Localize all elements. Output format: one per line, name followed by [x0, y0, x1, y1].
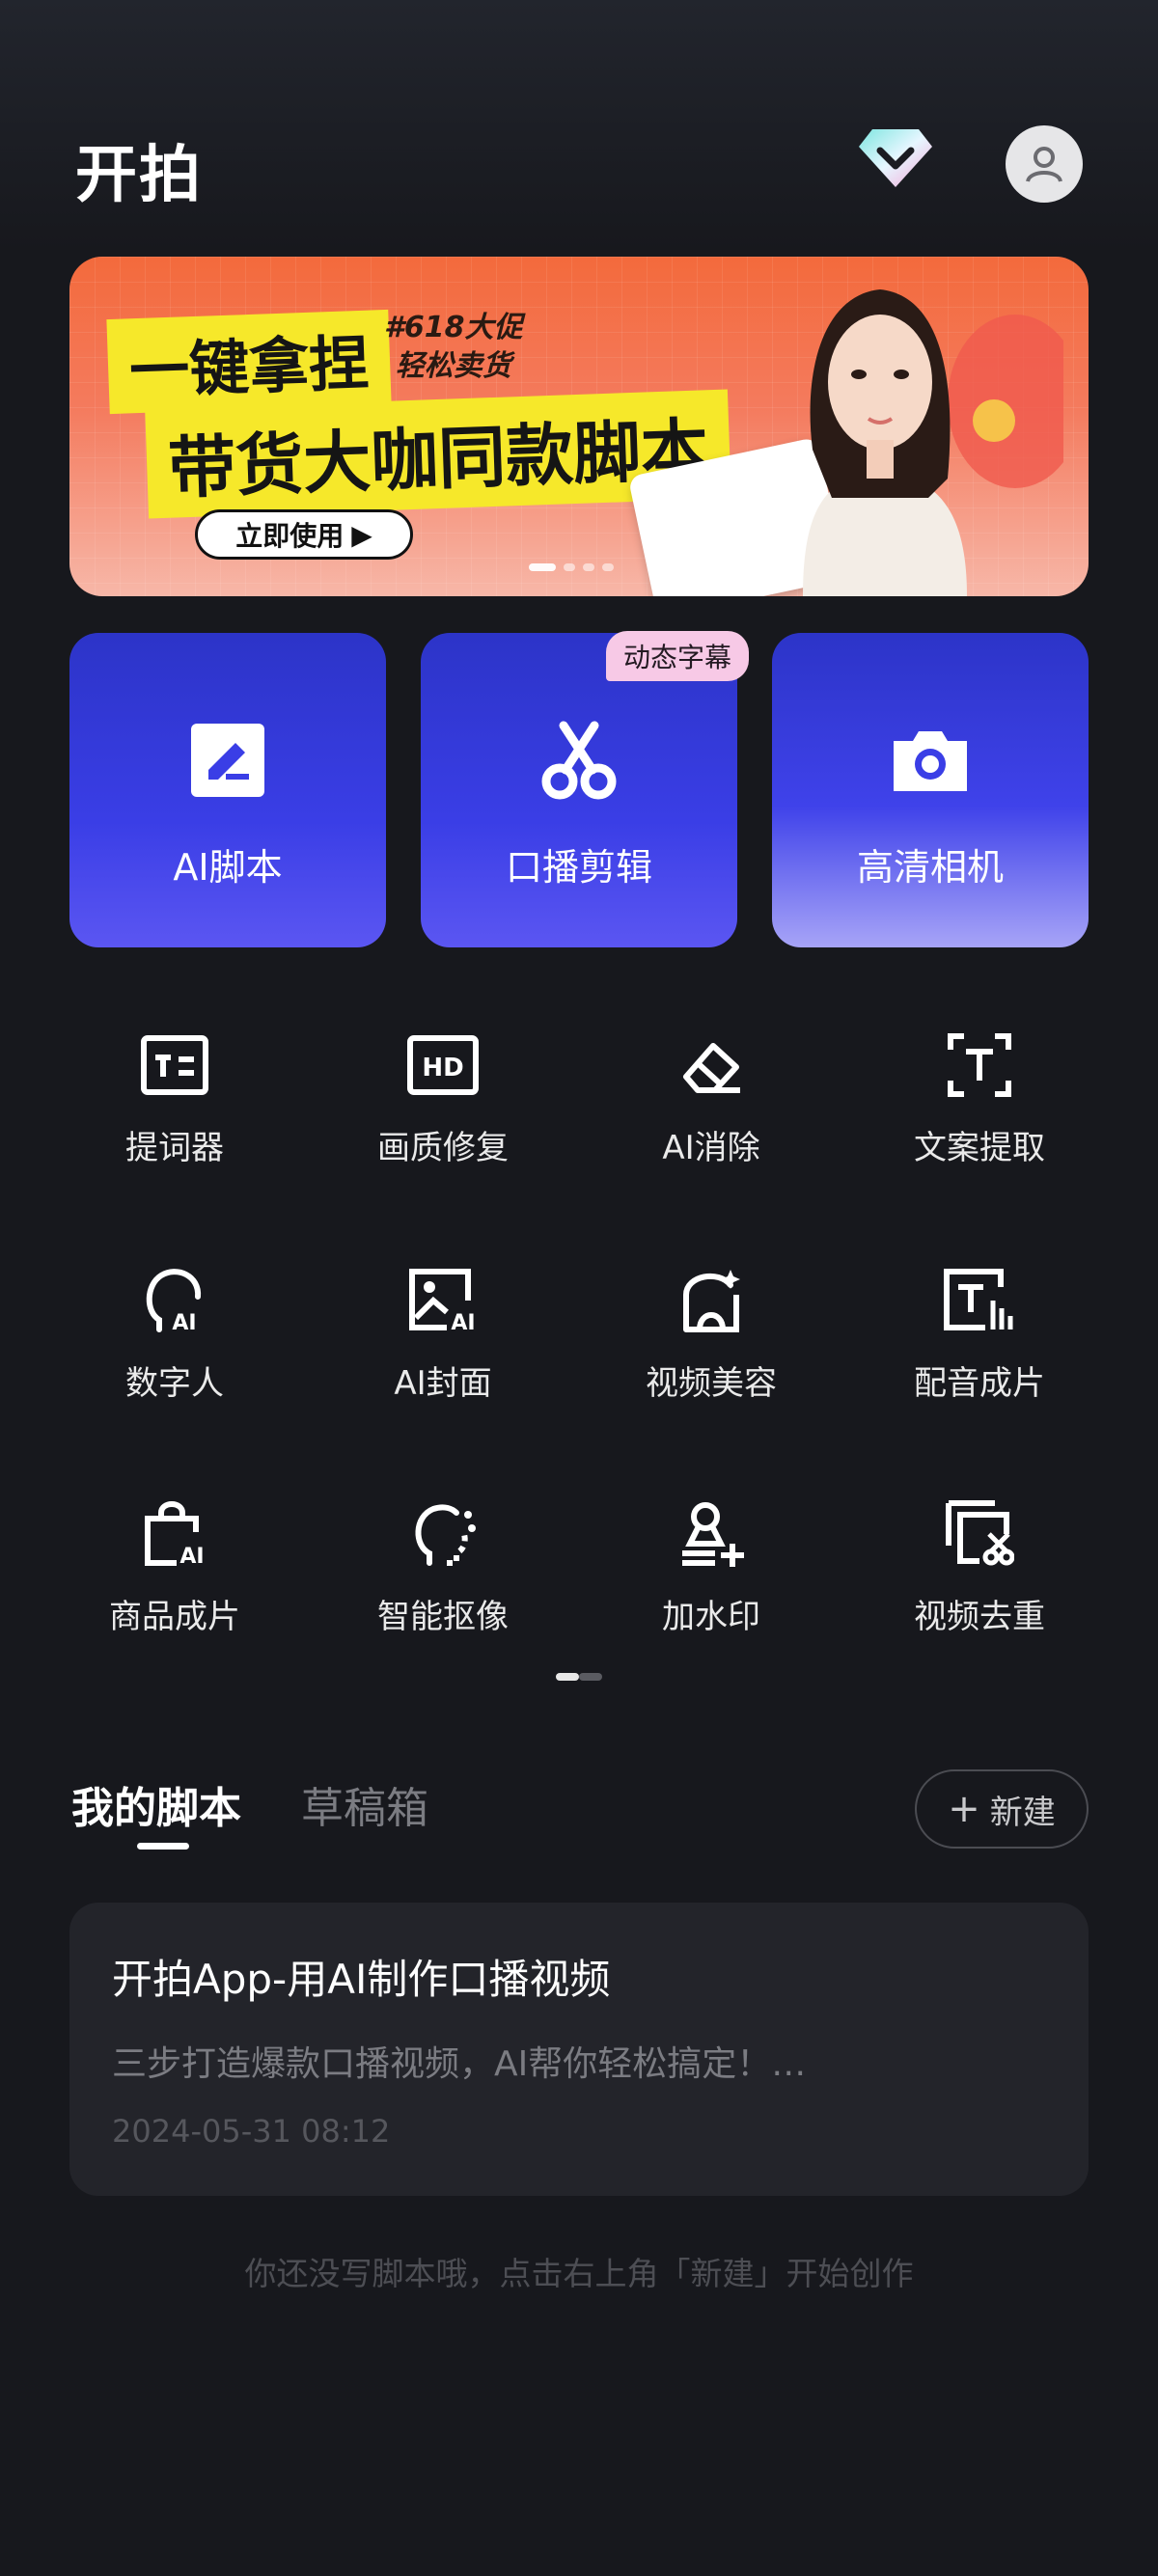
app-title: 开拍	[75, 140, 203, 211]
feature-card-ai-script[interactable]: AI脚本	[69, 633, 386, 947]
feature-badge: 动态字幕	[605, 631, 749, 681]
tool-label: 加水印	[662, 1598, 760, 1636]
banner-tag-line1: #618大促	[384, 311, 523, 344]
banner-headline-1: 一键拿捏	[106, 309, 392, 415]
script-timestamp: 2024-05-31 08:12	[112, 2113, 391, 2150]
ai-cover-icon: AI	[406, 1264, 480, 1337]
play-triangle-icon: ▶	[351, 518, 372, 551]
svg-text:AI: AI	[172, 1311, 196, 1335]
tool-label: AI封面	[394, 1364, 492, 1403]
text-extract-icon	[943, 1028, 1016, 1102]
watermark-icon	[675, 1497, 748, 1571]
tool-label: 画质修复	[377, 1129, 509, 1167]
tool-voiceover[interactable]: 配音成片	[845, 1264, 1114, 1418]
script-tabs: 我的脚本 草稿箱	[71, 1773, 428, 1850]
plus-icon: +	[948, 1787, 980, 1831]
teleprompter-icon	[138, 1028, 211, 1102]
tool-dedupe[interactable]: 视频去重	[845, 1497, 1114, 1652]
banner-cta-label: 立即使用	[235, 520, 345, 552]
tool-smart-matting[interactable]: 智能抠像	[309, 1497, 577, 1652]
tool-video-beauty[interactable]: 视频美容	[577, 1264, 845, 1418]
tool-text-extract[interactable]: 文案提取	[845, 1028, 1114, 1183]
svg-text:HD: HD	[422, 1054, 463, 1082]
tool-label: 智能抠像	[377, 1598, 509, 1636]
voiceover-icon	[943, 1264, 1016, 1337]
tool-teleprompter[interactable]: 提词器	[41, 1028, 309, 1183]
page-dot	[579, 1673, 602, 1681]
banner-dot	[564, 563, 575, 571]
tool-watermark[interactable]: 加水印	[577, 1497, 845, 1652]
empty-hint: 你还没写脚本哦，点击右上角「新建」开始创作	[244, 2255, 914, 2292]
feature-label: AI脚本	[173, 846, 283, 889]
tool-product-video[interactable]: AI 商品成片	[41, 1497, 309, 1652]
tab-drafts[interactable]: 草稿箱	[301, 1773, 428, 1835]
tool-label: 提词器	[125, 1129, 224, 1167]
tool-label: 商品成片	[109, 1598, 240, 1636]
hd-icon: HD	[406, 1028, 480, 1102]
banner-cta-button[interactable]: 立即使用 ▶	[195, 509, 413, 560]
new-script-button[interactable]: + 新建	[915, 1769, 1089, 1849]
banner-model-image	[803, 289, 1063, 596]
tool-label: 视频去重	[914, 1598, 1045, 1636]
tool-label: 数字人	[125, 1364, 224, 1403]
tool-label: 配音成片	[914, 1364, 1045, 1403]
feature-label: 高清相机	[856, 846, 1004, 889]
banner-dot	[602, 563, 614, 571]
edit-icon	[187, 720, 268, 801]
tool-ai-cover[interactable]: AI AI封面	[309, 1264, 577, 1418]
feature-card-video-edit[interactable]: 动态字幕 口播剪辑	[421, 631, 749, 947]
dedupe-icon	[943, 1497, 1016, 1571]
page-dot	[556, 1673, 579, 1681]
script-description: 三步打造爆款口播视频，AI帮你轻松搞定！…	[112, 2044, 807, 2084]
svg-text:AI: AI	[179, 1545, 204, 1569]
vip-diamond-icon[interactable]	[857, 123, 934, 191]
product-video-icon: AI	[138, 1497, 211, 1571]
header: 开拍	[0, 0, 1158, 241]
banner-dot	[529, 563, 556, 571]
script-title: 开拍App-用AI制作口播视频	[112, 1956, 611, 2003]
tab-my-scripts[interactable]: 我的脚本	[71, 1773, 241, 1850]
video-beauty-icon	[675, 1264, 748, 1337]
feature-label: 口播剪辑	[505, 846, 652, 889]
promo-banner[interactable]: 一键拿捏 带货大咖同款脚本 #618大促 轻松卖货 立即使用 ▶	[69, 257, 1089, 596]
svg-text:AI: AI	[451, 1311, 475, 1333]
feature-card-hd-camera[interactable]: 高清相机	[772, 633, 1089, 947]
banner-pagination	[529, 563, 614, 571]
script-card[interactable]: 开拍App-用AI制作口播视频 三步打造爆款口播视频，AI帮你轻松搞定！… 20…	[69, 1903, 1089, 2196]
tool-label: 文案提取	[914, 1129, 1045, 1167]
new-button-label: 新建	[989, 1793, 1056, 1832]
smart-matting-icon	[406, 1497, 480, 1571]
eraser-icon	[675, 1028, 748, 1102]
tool-grid-pagination	[556, 1673, 602, 1681]
tool-quality-repair[interactable]: HD 画质修复	[309, 1028, 577, 1183]
banner-tag: #618大促 轻松卖货	[384, 309, 523, 386]
banner-dot	[583, 563, 594, 571]
tool-label: 视频美容	[646, 1364, 777, 1403]
banner-tag-line2: 轻松卖货	[395, 349, 511, 383]
tool-digital-human[interactable]: AI 数字人	[41, 1264, 309, 1418]
tool-label: AI消除	[662, 1129, 760, 1167]
digital-human-icon: AI	[138, 1264, 211, 1337]
camera-icon	[890, 720, 971, 801]
scissors-icon	[538, 720, 620, 801]
user-icon	[1026, 147, 1062, 182]
avatar-button[interactable]	[1006, 125, 1083, 203]
tool-ai-erase[interactable]: AI消除	[577, 1028, 845, 1183]
